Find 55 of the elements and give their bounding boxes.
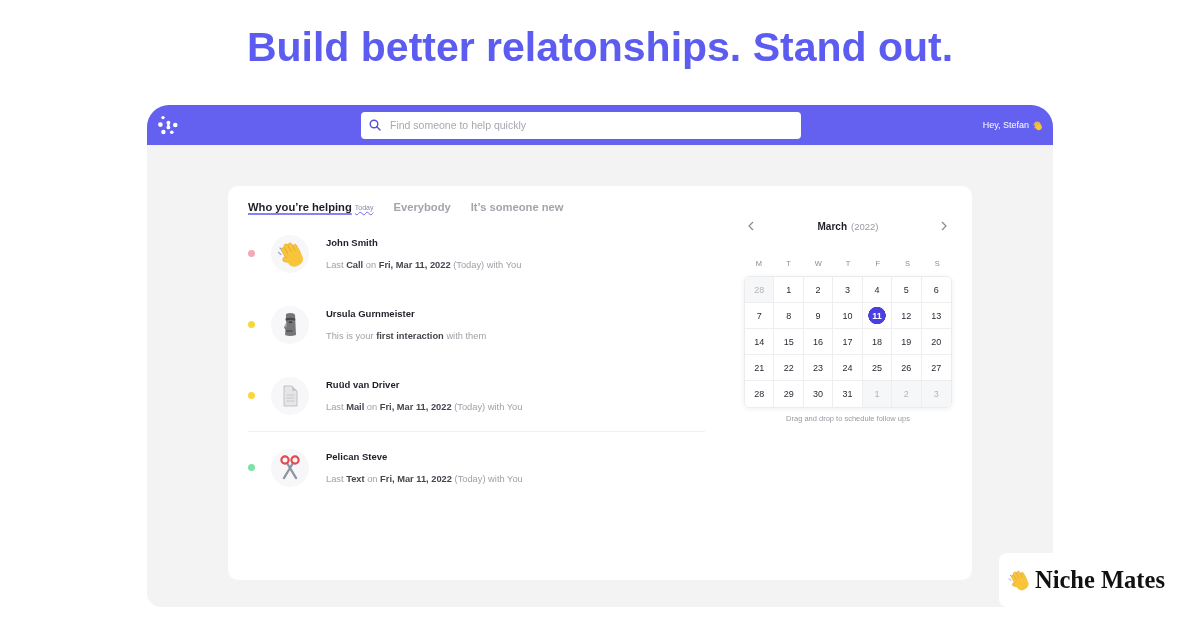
calendar-day[interactable]: 13 <box>921 303 951 329</box>
calendar-day[interactable]: 1 <box>774 277 804 303</box>
calendar-day[interactable]: 31 <box>833 381 863 407</box>
calendar-day[interactable]: 3 <box>833 277 863 303</box>
contact-detail: Last Call on Fri, Mar 11, 2022 (Today) with You <box>326 258 522 271</box>
calendar-day[interactable]: 7 <box>745 303 775 329</box>
calendar-day[interactable]: 21 <box>745 355 775 381</box>
calendar-day[interactable]: 12 <box>892 303 922 329</box>
document-icon <box>271 376 309 415</box>
calendar-day[interactable]: 28 <box>745 381 775 407</box>
contact-name: John Smith <box>326 236 378 249</box>
calendar-day[interactable]: 23 <box>803 355 834 381</box>
calendar-day[interactable]: 6 <box>921 277 951 303</box>
calendar-day[interactable]: 10 <box>833 303 863 329</box>
contact-detail: This is your first interaction with them <box>326 329 487 342</box>
contact-name: Ursula Gurnmeister <box>326 307 415 320</box>
brand-name: Niche Mates <box>1035 566 1165 594</box>
calendar-day[interactable]: 15 <box>774 329 804 355</box>
calendar-day[interactable]: 14 <box>745 329 775 355</box>
search-field[interactable]: Find someone to help quickly <box>361 111 801 139</box>
calendar-day[interactable]: 22 <box>774 355 804 381</box>
contact-name: Pelican Steve <box>326 450 388 463</box>
calendar-day[interactable]: 18 <box>862 329 893 355</box>
logo-icon[interactable] <box>158 115 178 135</box>
calendar-day[interactable]: 17 <box>833 329 863 355</box>
year-label: (2022) <box>851 220 879 232</box>
calendar-day[interactable]: 8 <box>774 303 804 329</box>
month-title: March <box>817 220 847 232</box>
headline: Build better relatonships. Stand out. <box>246 23 954 70</box>
calendar-day[interactable]: 9 <box>803 303 834 329</box>
contact-detail: Last Mail on Fri, Mar 11, 2022 (Today) with You <box>326 400 523 413</box>
calendar-day[interactable]: 25 <box>862 355 893 381</box>
waving-hand-icon <box>1007 568 1031 592</box>
greeting-text: Hey, Stefan <box>982 120 1029 130</box>
calendar-day[interactable]: 29 <box>774 381 804 407</box>
calendar-day[interactable]: 4 <box>862 277 893 303</box>
contact-name: Ruüd van Driver <box>326 378 400 391</box>
stone-head-icon <box>271 305 309 344</box>
next-month-button[interactable] <box>941 221 948 231</box>
waving-hand-icon <box>1032 119 1043 131</box>
calendar-day[interactable]: 19 <box>892 329 922 355</box>
calendar-day[interactable]: 16 <box>803 329 834 355</box>
calendar-day[interactable]: 5 <box>892 277 922 303</box>
waving-hand-icon <box>271 234 309 273</box>
calendar-day[interactable]: 11 <box>862 303 893 329</box>
calendar-day[interactable]: 26 <box>892 355 922 381</box>
calendar-day[interactable]: 27 <box>921 355 951 381</box>
calendar-day[interactable]: 2 <box>803 277 834 303</box>
calendar-day[interactable]: 24 <box>833 355 863 381</box>
calendar-day[interactable]: 30 <box>803 381 834 407</box>
search-icon <box>369 119 381 131</box>
previous-month-button[interactable] <box>748 221 755 231</box>
scissors-icon <box>271 448 309 487</box>
contact-detail: Last Text on Fri, Mar 11, 2022 (Today) with You <box>326 472 523 485</box>
calendar-day[interactable]: 20 <box>921 329 951 355</box>
